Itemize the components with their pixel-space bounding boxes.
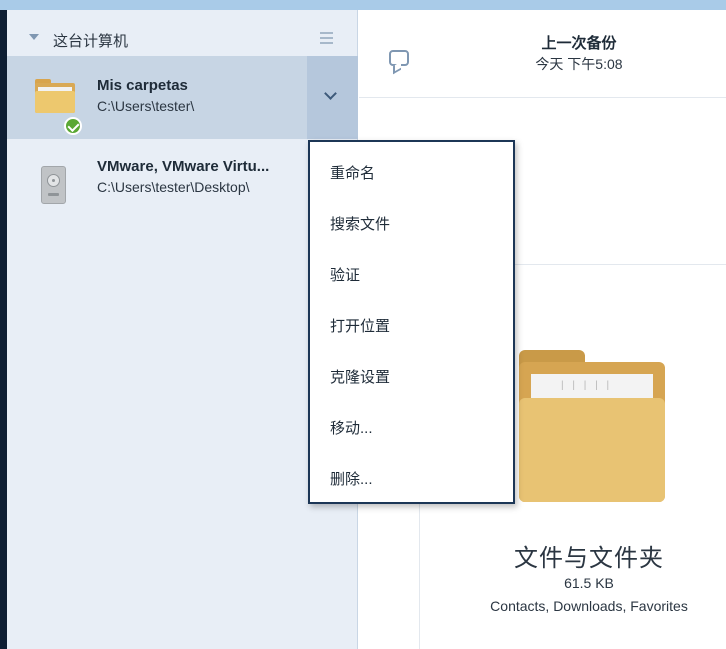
large-folder-icon	[519, 350, 665, 502]
menu-item-search-files[interactable]: 搜索文件	[330, 213, 390, 234]
menu-item-clone-settings[interactable]: 克隆设置	[330, 366, 390, 387]
backup-item-path: C:\Users\tester\Desktop\	[97, 179, 250, 195]
backup-sidebar: 这台计算机 Mis carpetas C:\Users\tester\ VMwa…	[7, 10, 358, 649]
hard-disk-icon	[41, 166, 66, 204]
last-backup-time: 今天 下午5:08	[535, 56, 623, 72]
menu-item-rename[interactable]: 重命名	[330, 162, 375, 183]
chevron-down-icon	[324, 87, 337, 100]
menu-item-delete[interactable]: 删除...	[330, 468, 373, 489]
menu-item-validate[interactable]: 验证	[330, 264, 360, 285]
hamburger-menu-icon[interactable]	[320, 32, 333, 44]
menu-item-open-location[interactable]: 打开位置	[330, 315, 390, 336]
backup-source-title: 文件与文件夹	[514, 545, 664, 572]
comment-icon[interactable]	[389, 50, 409, 66]
menu-item-move[interactable]: 移动...	[330, 417, 373, 438]
collapse-triangle-icon[interactable]	[29, 34, 39, 40]
backup-size: 61.5 KB	[564, 575, 614, 591]
item-operations-dropdown-button[interactable]	[307, 56, 358, 139]
backup-item-name: Mis carpetas	[97, 77, 188, 94]
context-menu: 重命名 搜索文件 验证 打开位置 克隆设置 移动... 删除...	[308, 140, 515, 504]
section-header[interactable]: 这台计算机	[7, 10, 358, 56]
section-title: 这台计算机	[53, 33, 129, 50]
backup-header: 上一次备份 今天 下午5:08	[359, 10, 726, 98]
backup-item-path: C:\Users\tester\	[97, 98, 195, 114]
left-edge-strip	[0, 10, 7, 649]
backup-item-mis-carpetas[interactable]: Mis carpetas C:\Users\tester\	[7, 56, 358, 139]
backup-folder-list: Contacts, Downloads, Favorites	[490, 598, 688, 614]
folder-icon	[35, 79, 75, 113]
success-check-icon	[64, 117, 82, 135]
window-top-bar	[0, 0, 726, 10]
last-backup-title: 上一次备份	[541, 35, 617, 52]
backup-item-name: VMware, VMware Virtu...	[97, 158, 270, 175]
